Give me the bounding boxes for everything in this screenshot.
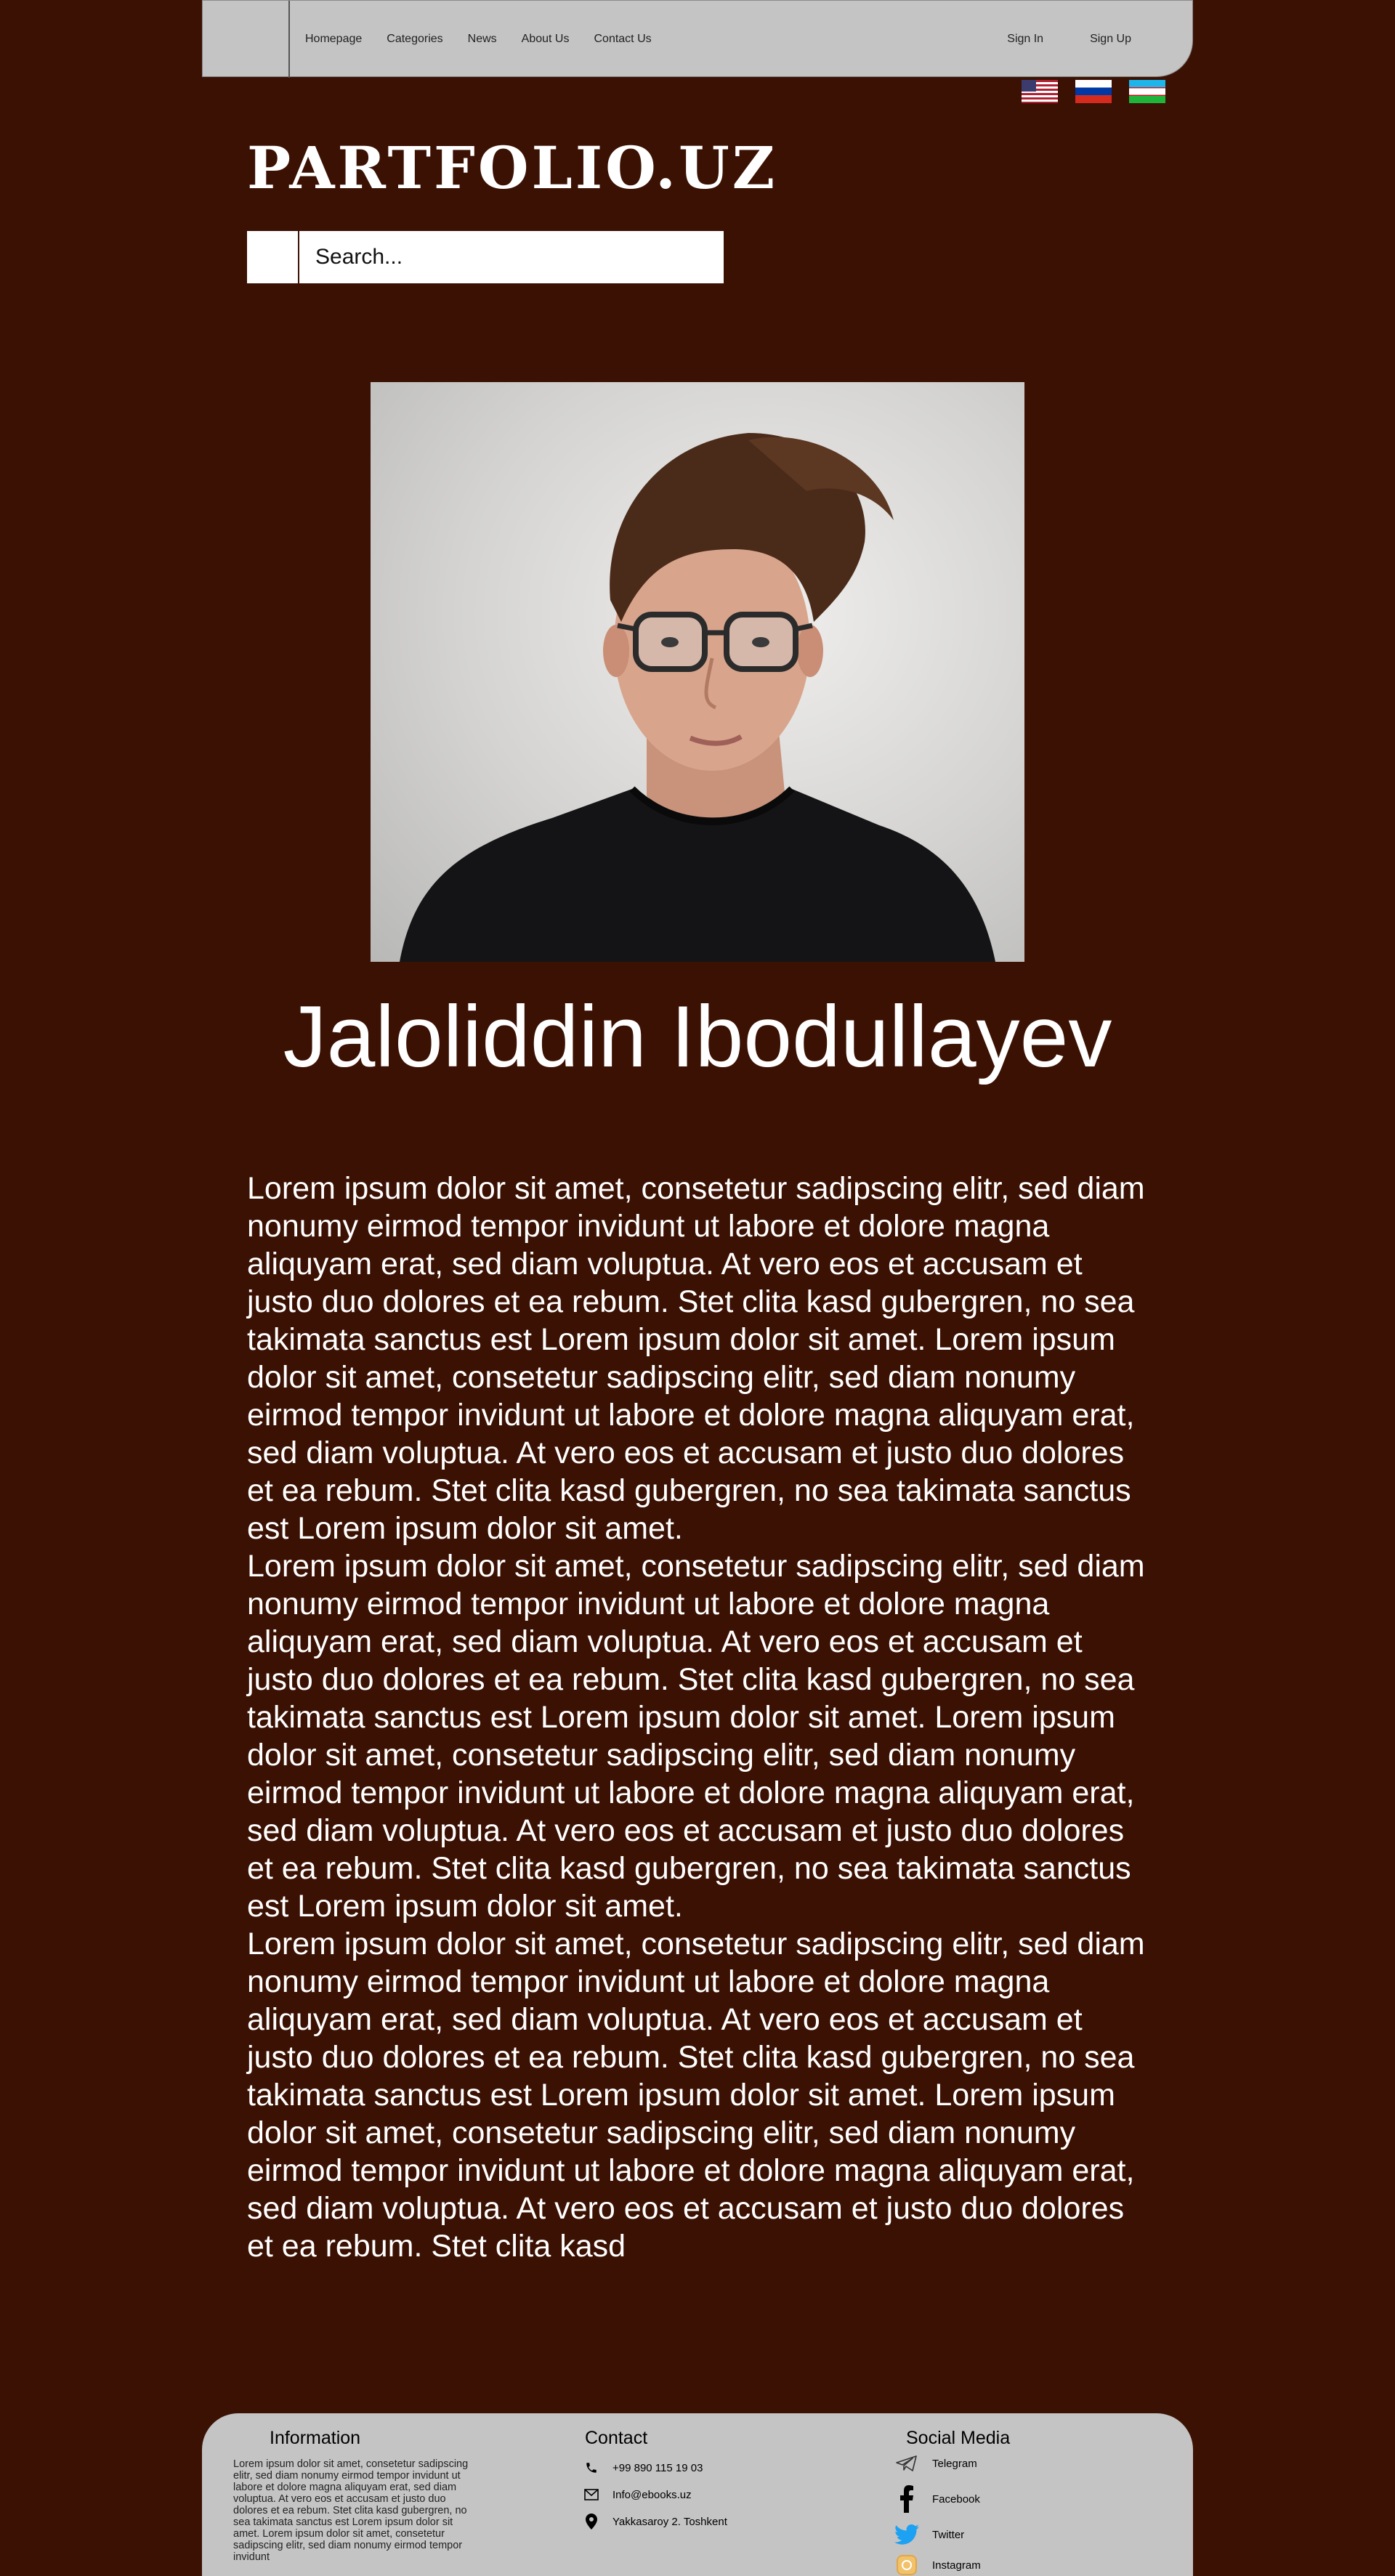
flag-usa-icon[interactable] bbox=[1022, 80, 1058, 103]
contact-email-label: Info@ebooks.uz bbox=[612, 2488, 692, 2501]
footer-information-title: Information bbox=[270, 2428, 361, 2448]
footer-social-title: Social Media bbox=[906, 2428, 1011, 2448]
nav-auth: Sign In Sign Up bbox=[961, 1, 1131, 78]
footer-contact-title: Contact bbox=[585, 2428, 648, 2448]
profile-photo bbox=[371, 382, 1024, 962]
footer: Information Lorem ipsum dolor sit amet, … bbox=[202, 2413, 1193, 2576]
flag-russia-icon[interactable] bbox=[1075, 80, 1112, 103]
social-telegram[interactable]: Telegram bbox=[894, 2455, 977, 2471]
social-twitter[interactable]: Twitter bbox=[894, 2522, 964, 2547]
instagram-icon bbox=[894, 2553, 919, 2576]
nav-link-contact-us[interactable]: Contact Us bbox=[594, 33, 651, 46]
bio-paragraph: Lorem ipsum dolor sit amet, consetetur s… bbox=[247, 1171, 1145, 1546]
top-navbar: Homepage Categories News About Us Contac… bbox=[202, 0, 1193, 78]
profile-name: Jaloliddin Ibodullayev bbox=[283, 988, 1112, 1085]
nav-logo-slot[interactable] bbox=[203, 1, 290, 78]
social-instagram-label: Instagram bbox=[932, 2559, 981, 2572]
flag-uzbekistan-icon[interactable] bbox=[1129, 80, 1165, 103]
nav-link-news[interactable]: News bbox=[468, 33, 497, 46]
social-telegram-label: Telegram bbox=[932, 2457, 977, 2470]
nav-link-homepage[interactable]: Homepage bbox=[305, 33, 362, 46]
contact-phone[interactable]: +99 890 115 19 03 bbox=[583, 2460, 703, 2476]
site-logo[interactable]: PARTFOLIO.UZ bbox=[247, 134, 777, 202]
search-input[interactable] bbox=[299, 231, 724, 283]
bio-paragraph: Lorem ipsum dolor sit amet, consetetur s… bbox=[247, 1549, 1145, 1924]
search-bar bbox=[247, 231, 724, 283]
mail-icon bbox=[583, 2487, 599, 2503]
nav-links: Homepage Categories News About Us Contac… bbox=[305, 1, 676, 78]
sign-in-link[interactable]: Sign In bbox=[1007, 33, 1043, 46]
social-facebook-label: Facebook bbox=[932, 2492, 980, 2506]
telegram-icon bbox=[894, 2455, 919, 2471]
language-switcher bbox=[1022, 80, 1165, 103]
nav-link-categories[interactable]: Categories bbox=[387, 33, 442, 46]
contact-email[interactable]: Info@ebooks.uz bbox=[583, 2487, 692, 2503]
location-pin-icon bbox=[583, 2514, 599, 2530]
contact-address-label: Yakkasaroy 2. Toshkent bbox=[612, 2515, 727, 2528]
social-instagram[interactable]: Instagram bbox=[894, 2553, 981, 2576]
nav-link-about-us[interactable]: About Us bbox=[522, 33, 570, 46]
phone-icon bbox=[583, 2460, 599, 2476]
sign-up-link[interactable]: Sign Up bbox=[1090, 33, 1131, 46]
profile-bio: Lorem ipsum dolor sit amet, consetetur s… bbox=[247, 1170, 1155, 2265]
search-button[interactable] bbox=[247, 231, 299, 283]
bio-paragraph: Lorem ipsum dolor sit amet, consetetur s… bbox=[247, 1927, 1145, 2264]
contact-phone-label: +99 890 115 19 03 bbox=[612, 2461, 703, 2474]
twitter-icon bbox=[894, 2522, 919, 2547]
footer-information-text: Lorem ipsum dolor sit amet, consetetur s… bbox=[233, 2458, 469, 2563]
social-twitter-label: Twitter bbox=[932, 2528, 965, 2541]
contact-address[interactable]: Yakkasaroy 2. Toshkent bbox=[583, 2514, 727, 2530]
facebook-icon bbox=[894, 2484, 919, 2514]
social-facebook[interactable]: Facebook bbox=[894, 2484, 980, 2514]
portrait-illustration bbox=[400, 433, 995, 962]
